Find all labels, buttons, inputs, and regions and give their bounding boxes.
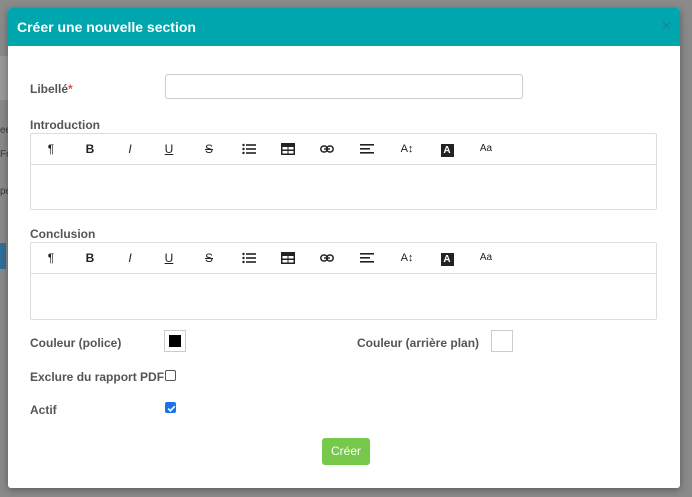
introduction-label: Introduction [30,118,100,132]
table-icon[interactable] [278,249,298,267]
introduction-editor: ¶ B I U S A↕ A Aa [30,133,657,210]
strikethrough-icon[interactable]: S [199,140,219,158]
link-icon[interactable] [317,249,337,267]
conclusion-editor-area[interactable] [31,274,656,319]
libelle-label: Libellé* [30,82,73,96]
bg-color-picker[interactable] [491,330,513,352]
underline-icon[interactable]: U [159,140,179,158]
create-button[interactable]: Créer [322,438,370,465]
font-size-icon[interactable]: A↕ [397,249,417,267]
bold-icon[interactable]: B [80,249,100,267]
bullet-list-icon[interactable] [239,249,259,267]
background-button [0,243,6,269]
modal-header: Créer une nouvelle section × [8,8,680,46]
font-color-label: Couleur (police) [30,336,122,350]
strikethrough-icon[interactable]: S [199,249,219,267]
create-section-modal: Créer une nouvelle section × Libellé* In… [8,8,680,488]
paragraph-icon[interactable]: ¶ [41,249,61,267]
font-color-picker[interactable] [164,330,186,352]
conclusion-toolbar: ¶ B I U S A↕ A Aa [31,243,656,274]
font-size-icon[interactable]: A↕ [397,140,417,158]
conclusion-label: Conclusion [30,227,96,241]
font-style-icon[interactable]: Aa [476,249,496,267]
exclude-pdf-label: Exclure du rapport PDF [30,370,165,384]
paragraph-icon[interactable]: ¶ [41,140,61,158]
text-color-glyph: A [440,253,454,266]
active-checkbox[interactable] [165,402,176,413]
introduction-editor-area[interactable] [31,165,656,209]
bullet-list-icon[interactable] [239,140,259,158]
italic-icon[interactable]: I [120,140,140,158]
font-color-swatch [169,335,181,347]
font-style-icon[interactable]: Aa [476,140,496,158]
text-color-icon[interactable]: A [437,249,457,267]
align-icon[interactable] [357,249,377,267]
italic-icon[interactable]: I [120,249,140,267]
introduction-toolbar: ¶ B I U S A↕ A Aa [31,134,656,165]
libelle-label-text: Libellé [30,82,69,96]
text-color-glyph: A [440,144,454,157]
required-marker: * [68,82,73,96]
bg-color-label: Couleur (arrière plan) [357,336,480,350]
bold-icon[interactable]: B [80,140,100,158]
underline-icon[interactable]: U [159,249,179,267]
modal-title: Créer une nouvelle section [17,19,196,35]
table-icon[interactable] [278,140,298,158]
link-icon[interactable] [317,140,337,158]
active-label: Actif [30,403,57,417]
background-strip [0,56,8,100]
align-icon[interactable] [357,140,377,158]
text-color-icon[interactable]: A [437,140,457,158]
conclusion-editor: ¶ B I U S A↕ A Aa [30,242,657,320]
close-icon[interactable]: × [662,19,671,35]
exclude-pdf-checkbox[interactable] [165,370,176,381]
checkmark-icon [167,405,176,412]
libelle-input[interactable] [165,74,523,99]
